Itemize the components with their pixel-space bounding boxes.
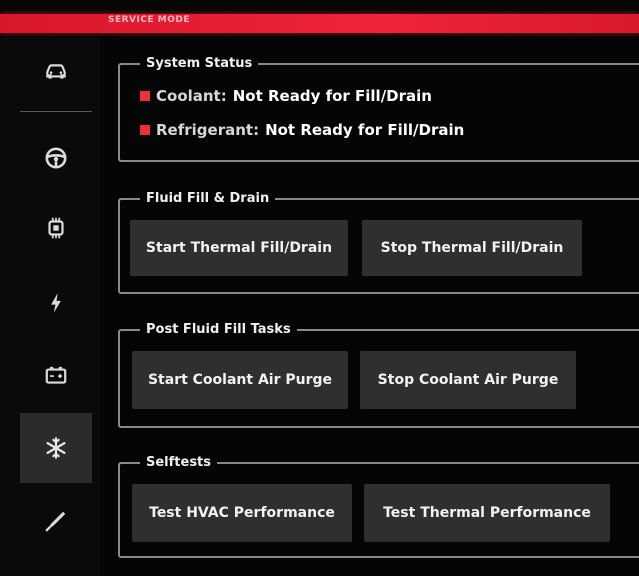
sidebar-item-tools[interactable] <box>20 486 92 556</box>
test-hvac-performance-button[interactable]: Test HVAC Performance <box>132 484 352 542</box>
service-mode-banner: SERVICE MODE <box>0 14 639 33</box>
sidebar-item-thermal[interactable] <box>20 413 92 483</box>
battery-icon <box>45 366 67 384</box>
refrigerant-value: Not Ready for Fill/Drain <box>265 121 465 139</box>
start-coolant-air-purge-button[interactable]: Start Coolant Air Purge <box>132 351 348 409</box>
sidebar-item-high-voltage[interactable] <box>20 268 92 338</box>
coolant-status: Coolant: Not Ready for Fill/Drain <box>140 87 432 105</box>
wrench-icon <box>45 511 66 532</box>
chip-icon <box>48 217 64 239</box>
stop-thermal-fill-drain-button[interactable]: Stop Thermal Fill/Drain <box>362 220 582 276</box>
fluid-fill-drain-panel: Fluid Fill & Drain Start Thermal Fill/Dr… <box>118 190 639 294</box>
fluid-fill-drain-title: Fluid Fill & Drain <box>140 190 276 208</box>
coolant-label: Coolant: <box>156 87 227 105</box>
system-status-title: System Status <box>140 55 259 73</box>
post-fluid-fill-tasks-panel: Post Fluid Fill Tasks Start Coolant Air … <box>118 321 639 428</box>
steering-wheel-icon <box>45 147 67 169</box>
test-thermal-performance-button[interactable]: Test Thermal Performance <box>364 484 610 542</box>
banner-title: SERVICE MODE <box>108 15 190 25</box>
sidebar-item-electronics[interactable] <box>20 193 92 263</box>
stop-coolant-air-purge-button[interactable]: Stop Coolant Air Purge <box>360 351 576 409</box>
sidebar-item-battery[interactable] <box>20 340 92 410</box>
selftests-title: Selftests <box>140 454 218 472</box>
car-icon <box>46 64 66 79</box>
system-status-panel: System Status Coolant: Not Ready for Fil… <box>118 55 639 162</box>
refrigerant-status: Refrigerant: Not Ready for Fill/Drain <box>140 121 464 139</box>
sidebar-item-steering[interactable] <box>20 123 92 193</box>
start-thermal-fill-drain-button[interactable]: Start Thermal Fill/Drain <box>130 220 348 276</box>
sidebar <box>0 36 100 576</box>
lightning-icon <box>51 293 61 313</box>
sidebar-item-vehicle[interactable] <box>20 36 92 106</box>
post-fluid-fill-tasks-title: Post Fluid Fill Tasks <box>140 321 297 339</box>
refrigerant-label: Refrigerant: <box>156 121 260 139</box>
sidebar-divider <box>20 111 92 112</box>
refrigerant-status-indicator <box>140 125 150 135</box>
snowflake-icon <box>46 437 66 459</box>
coolant-value: Not Ready for Fill/Drain <box>232 87 432 105</box>
coolant-status-indicator <box>140 91 150 101</box>
selftests-panel: Selftests Test HVAC Performance Test The… <box>118 454 639 558</box>
